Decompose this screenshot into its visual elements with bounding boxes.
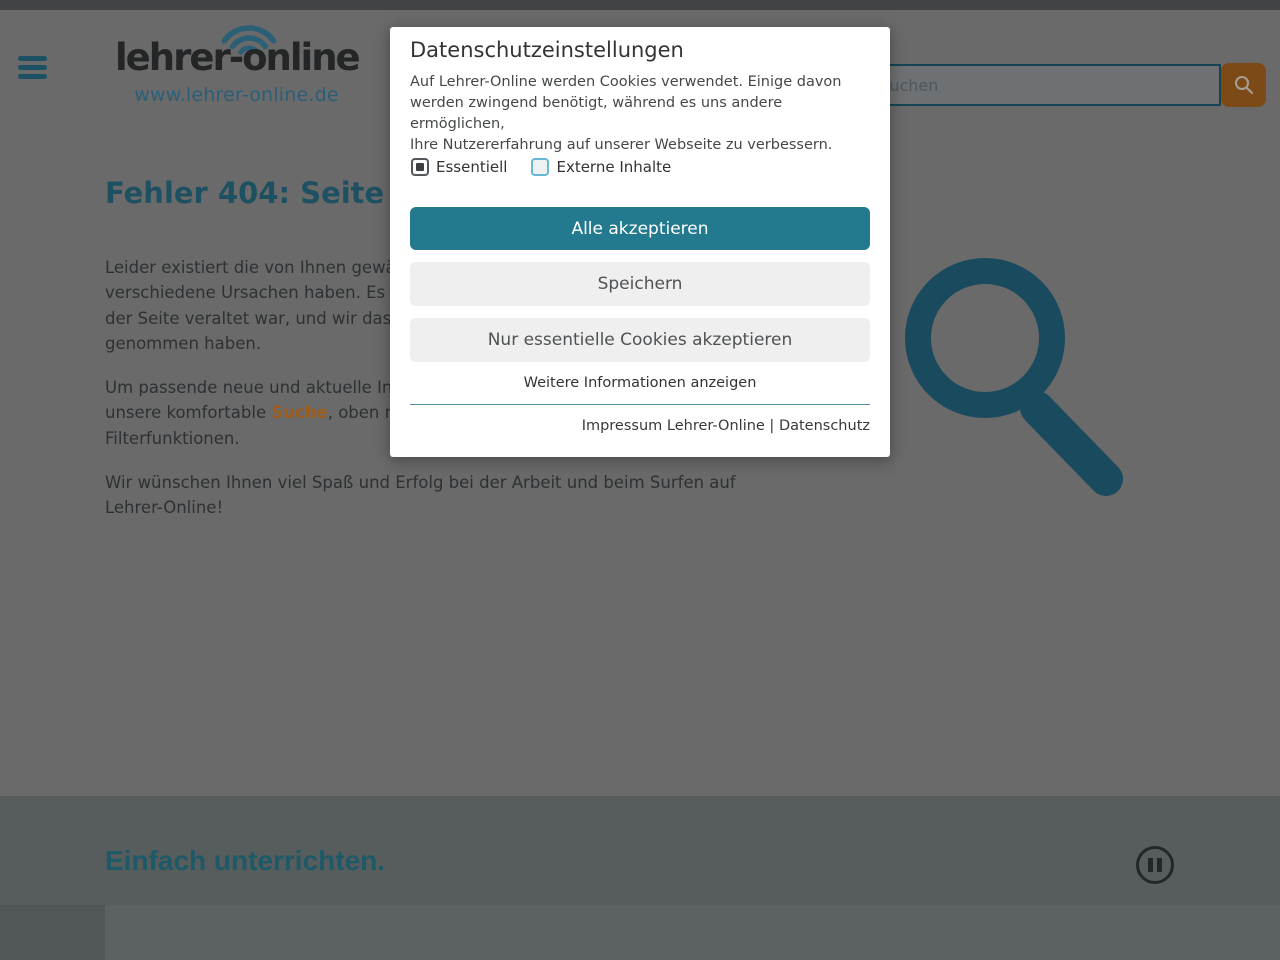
privacy-dialog: Datenschutzeinstellungen Auf Lehrer-Onli… <box>390 27 890 457</box>
dialog-divider <box>410 404 870 405</box>
external-label: Externe Inhalte <box>556 158 671 176</box>
impressum-link[interactable]: Impressum Lehrer-Online <box>582 418 765 434</box>
essential-checkbox-box[interactable] <box>411 158 429 176</box>
save-button[interactable]: Speichern <box>410 262 870 306</box>
dialog-footer-links: Impressum Lehrer-Online | Datenschutz <box>410 418 870 434</box>
accept-all-button[interactable]: Alle akzeptieren <box>410 207 870 250</box>
dialog-description: Auf Lehrer-Online werden Cookies verwend… <box>410 72 872 156</box>
link-separator: | <box>765 418 779 434</box>
essential-label: Essentiell <box>436 158 507 176</box>
dialog-title: Datenschutzeinstellungen <box>410 38 684 62</box>
external-checkbox-box[interactable] <box>531 158 549 176</box>
page-root: lehrer-online www.lehrer-online.de Fehle… <box>0 0 1280 960</box>
consent-options: Essentiell Externe Inhalte <box>411 158 671 176</box>
datenschutz-link[interactable]: Datenschutz <box>779 418 870 434</box>
more-info-link[interactable]: Weitere Informationen anzeigen <box>410 375 870 391</box>
checkbox-essential[interactable]: Essentiell <box>411 158 507 176</box>
checkmark-icon <box>416 163 424 171</box>
checkbox-external-content[interactable]: Externe Inhalte <box>531 158 671 176</box>
essential-only-button[interactable]: Nur essentielle Cookies akzeptieren <box>410 318 870 362</box>
